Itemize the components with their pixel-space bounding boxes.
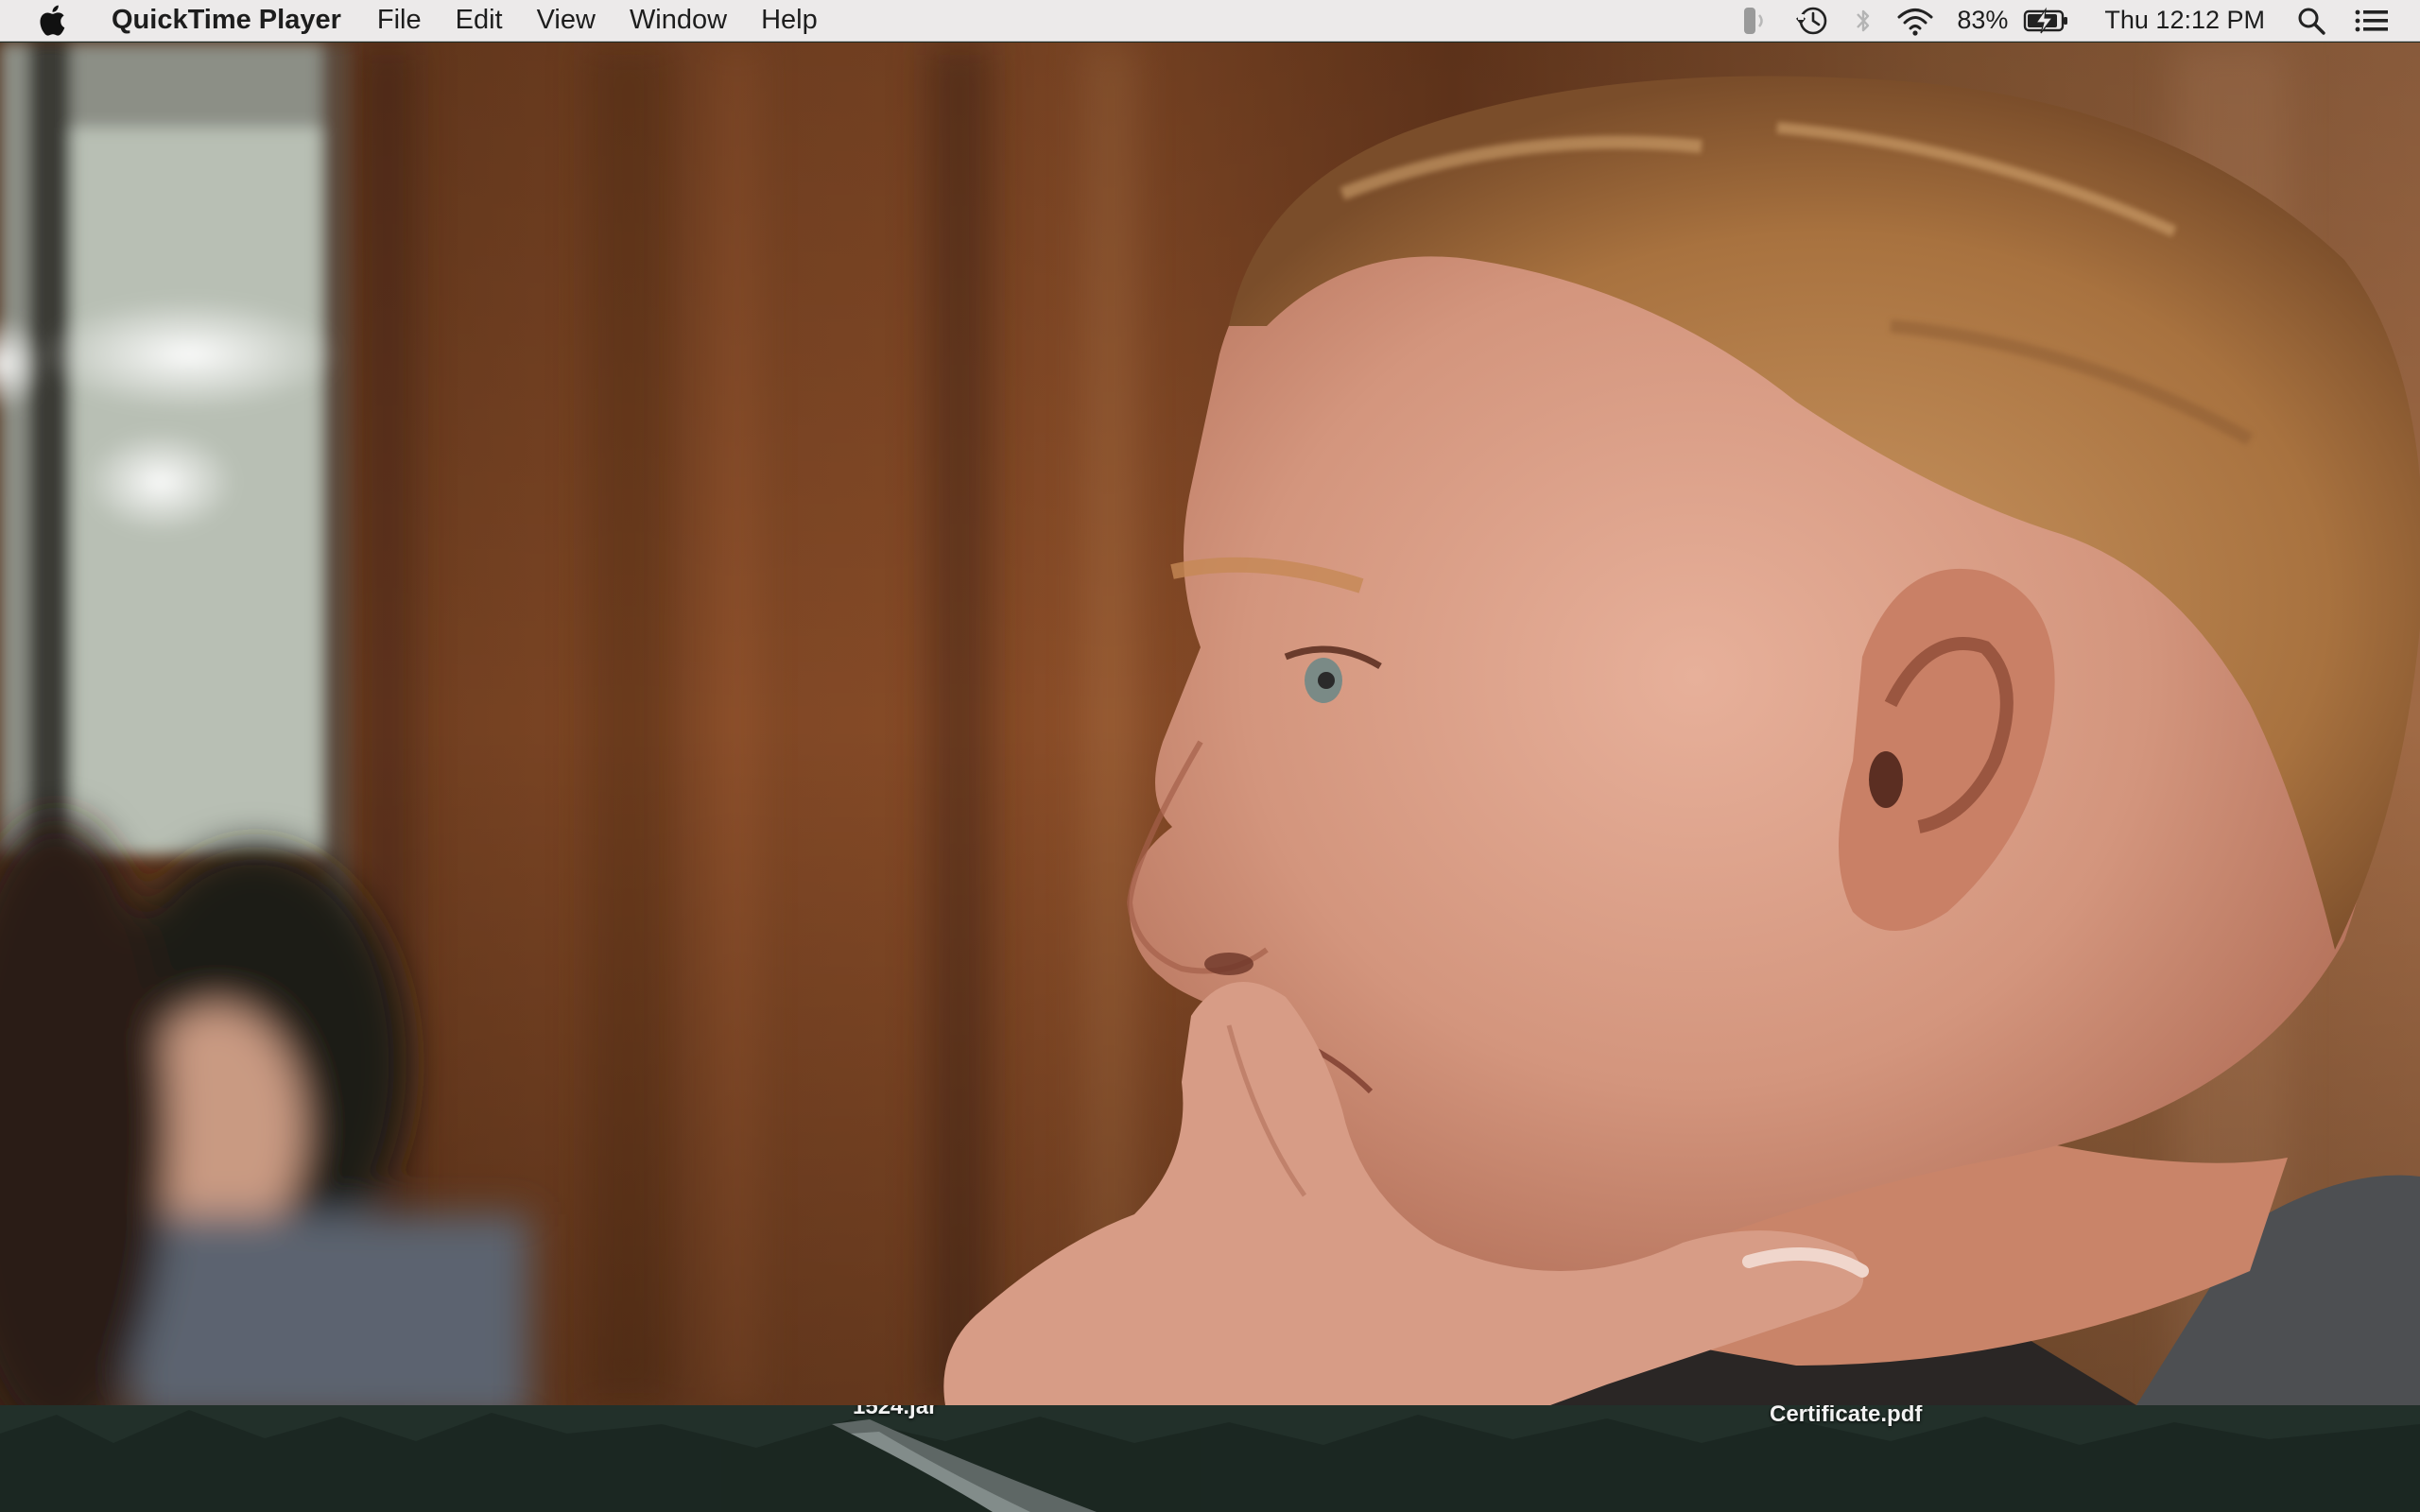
- menu-edit[interactable]: Edit: [439, 0, 520, 41]
- battery-percent[interactable]: 83%: [1957, 0, 2008, 41]
- clock[interactable]: Thu 12:12 PM: [2104, 0, 2265, 41]
- desktop-file-label-jar[interactable]: 1524.jar: [853, 1405, 937, 1420]
- time-machine-icon[interactable]: [1794, 0, 1830, 41]
- quicktime-video-frame[interactable]: [0, 43, 2420, 1405]
- notification-center-icon[interactable]: [2354, 0, 2390, 41]
- menu-file[interactable]: File: [360, 0, 439, 41]
- apple-menu-icon[interactable]: [38, 5, 66, 37]
- menu-help[interactable]: Help: [744, 0, 835, 41]
- spotlight-search-icon[interactable]: [2295, 0, 2327, 41]
- video-frame-image: [0, 43, 2420, 1405]
- desktop-background: 1524.jar Certificate.pdf: [0, 1405, 2420, 1512]
- desktop-file-label-certificate[interactable]: Certificate.pdf: [1770, 1405, 1922, 1428]
- battery-charging-icon[interactable]: [2023, 0, 2070, 41]
- wifi-icon[interactable]: [1896, 0, 1934, 41]
- menu-view[interactable]: View: [520, 0, 613, 41]
- menu-app-name[interactable]: QuickTime Player: [104, 0, 360, 41]
- menu-bar-status-area: 83% Thu 12:12 PM: [1730, 0, 2420, 41]
- desktop-wallpaper-image: [0, 1405, 2420, 1512]
- menu-bar: QuickTime Player File Edit View Window H…: [0, 0, 2420, 42]
- volume-icon[interactable]: [1741, 0, 1772, 41]
- menu-window[interactable]: Window: [613, 0, 744, 41]
- bluetooth-icon[interactable]: [1853, 0, 1874, 41]
- menu-bar-left: QuickTime Player File Edit View Window H…: [0, 0, 835, 41]
